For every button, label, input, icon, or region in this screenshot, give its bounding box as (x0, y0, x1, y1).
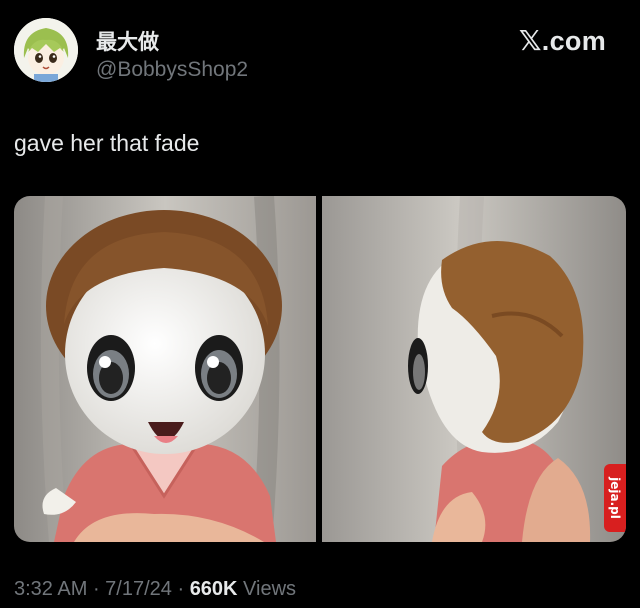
brand-domain: .com (541, 26, 606, 56)
author-display-name[interactable]: 最大做 (96, 26, 159, 56)
tweet-date[interactable]: 7/17/24 (105, 578, 172, 600)
brand-watermark: 𝕏.com (519, 24, 606, 57)
tweet-media[interactable]: jeja.pl (14, 196, 626, 542)
tweet-header: 最大做 @BobbysShop2 𝕏.com (14, 14, 626, 94)
views-count[interactable]: 660K (190, 578, 238, 600)
site-watermark-badge: jeja.pl (604, 464, 626, 532)
plush-doll-front-photo[interactable] (14, 196, 316, 542)
meta-separator: · (87, 578, 106, 600)
author-handle[interactable]: @BobbysShop2 (96, 58, 248, 82)
site-watermark-text: jeja.pl (608, 477, 623, 519)
tweet-time[interactable]: 3:32 AM (14, 578, 87, 600)
author-avatar[interactable] (14, 18, 78, 82)
tweet-text: gave her that fade (14, 130, 200, 156)
tweet-metadata: 3:32 AM · 7/17/24 · 660K Views (14, 578, 296, 601)
views-label: Views (237, 578, 297, 600)
cartoon-girl-avatar-icon (14, 18, 78, 82)
plush-doll-side-photo[interactable] (322, 196, 626, 542)
x-logo-icon: 𝕏 (518, 24, 542, 57)
meta-separator: · (171, 578, 190, 600)
